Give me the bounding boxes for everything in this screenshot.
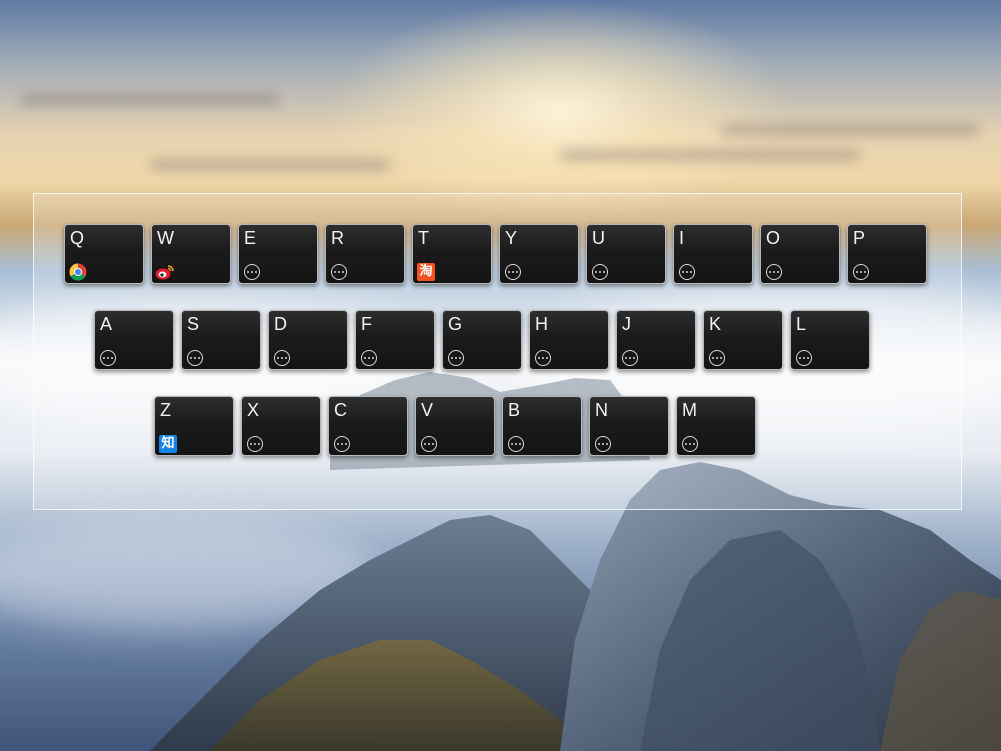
key-e[interactable]: E — [238, 224, 318, 284]
more-icon — [245, 434, 265, 454]
more-icon — [590, 262, 610, 282]
more-icon — [332, 434, 352, 454]
key-letter: B — [508, 400, 521, 420]
key-letter: N — [595, 400, 608, 420]
key-l[interactable]: L — [790, 310, 870, 370]
key-s[interactable]: S — [181, 310, 261, 370]
more-icon — [680, 434, 700, 454]
key-t[interactable]: T淘 — [412, 224, 492, 284]
key-letter: V — [421, 400, 434, 420]
key-m[interactable]: M — [676, 396, 756, 456]
more-icon — [329, 262, 349, 282]
key-letter: T — [418, 228, 429, 248]
key-letter: S — [187, 314, 200, 334]
key-letter: F — [361, 314, 372, 334]
key-letter: Q — [70, 228, 85, 248]
key-u[interactable]: U — [586, 224, 666, 284]
key-q[interactable]: Q — [64, 224, 144, 284]
taobao-icon: 淘 — [416, 262, 436, 282]
key-letter: I — [679, 228, 685, 248]
more-icon — [851, 262, 871, 282]
key-a[interactable]: A — [94, 310, 174, 370]
key-y[interactable]: Y — [499, 224, 579, 284]
key-letter: G — [448, 314, 463, 334]
more-icon — [506, 434, 526, 454]
weibo-icon — [155, 262, 175, 282]
key-letter: U — [592, 228, 605, 248]
key-f[interactable]: F — [355, 310, 435, 370]
more-icon — [185, 348, 205, 368]
more-icon — [533, 348, 553, 368]
key-letter: Y — [505, 228, 518, 248]
key-letter: A — [100, 314, 113, 334]
key-n[interactable]: N — [589, 396, 669, 456]
more-icon — [794, 348, 814, 368]
key-letter: M — [682, 400, 697, 420]
key-letter: P — [853, 228, 866, 248]
key-z[interactable]: Z知 — [154, 396, 234, 456]
more-icon — [503, 262, 523, 282]
chrome-icon — [68, 262, 88, 282]
key-letter: K — [709, 314, 722, 334]
more-icon — [272, 348, 292, 368]
key-j[interactable]: J — [616, 310, 696, 370]
key-letter: Z — [160, 400, 171, 420]
more-icon — [419, 434, 439, 454]
key-letter: C — [334, 400, 347, 420]
key-c[interactable]: C — [328, 396, 408, 456]
zhihu-icon: 知 — [158, 434, 178, 454]
key-letter: E — [244, 228, 257, 248]
key-letter: O — [766, 228, 781, 248]
more-icon — [446, 348, 466, 368]
more-icon — [707, 348, 727, 368]
key-letter: D — [274, 314, 287, 334]
key-letter: R — [331, 228, 344, 248]
key-k[interactable]: K — [703, 310, 783, 370]
key-v[interactable]: V — [415, 396, 495, 456]
key-letter: W — [157, 228, 174, 248]
key-b[interactable]: B — [502, 396, 582, 456]
key-letter: J — [622, 314, 631, 334]
key-letter: L — [796, 314, 807, 334]
key-o[interactable]: O — [760, 224, 840, 284]
more-icon — [593, 434, 613, 454]
key-g[interactable]: G — [442, 310, 522, 370]
key-i[interactable]: I — [673, 224, 753, 284]
more-icon — [620, 348, 640, 368]
more-icon — [98, 348, 118, 368]
more-icon — [764, 262, 784, 282]
key-letter: X — [247, 400, 260, 420]
key-w[interactable]: W — [151, 224, 231, 284]
key-x[interactable]: X — [241, 396, 321, 456]
key-letter: H — [535, 314, 548, 334]
key-h[interactable]: H — [529, 310, 609, 370]
more-icon — [242, 262, 262, 282]
key-r[interactable]: R — [325, 224, 405, 284]
key-p[interactable]: P — [847, 224, 927, 284]
more-icon — [677, 262, 697, 282]
key-d[interactable]: D — [268, 310, 348, 370]
more-icon — [359, 348, 379, 368]
